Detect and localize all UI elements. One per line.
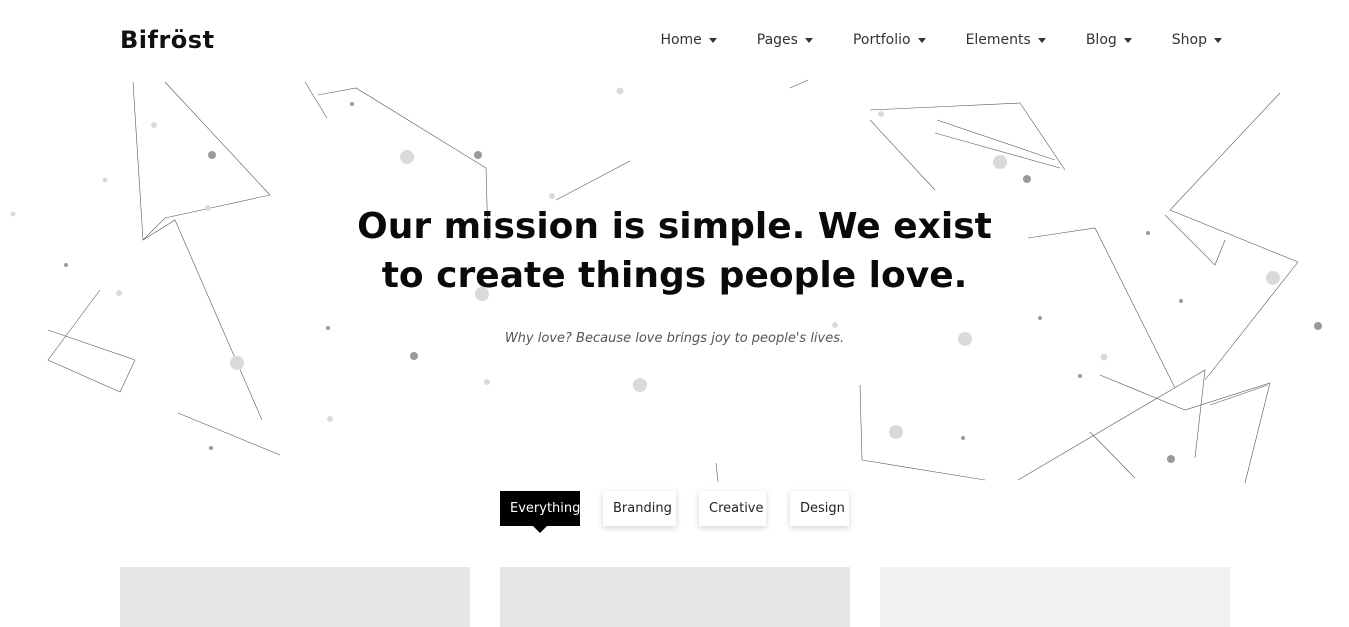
nav-item-label: Home — [660, 32, 702, 48]
filter-everything[interactable]: Everything — [500, 491, 580, 533]
hero-subtitle: Why love? Because love brings joy to peo… — [504, 331, 845, 346]
nav-item-pages[interactable]: Pages — [757, 32, 813, 48]
site-logo[interactable]: Bifröst — [120, 26, 215, 54]
caret-down-icon — [708, 37, 717, 43]
nav-item-elements[interactable]: Elements — [966, 32, 1046, 48]
portfolio-item-2[interactable] — [500, 567, 850, 627]
caret-down-icon — [1037, 37, 1046, 43]
nav-item-shop[interactable]: Shop — [1172, 32, 1222, 48]
filter-branding[interactable]: Branding — [603, 491, 676, 526]
portfolio-filters: Everything Branding Creative Design — [0, 491, 1349, 533]
nav-item-label: Blog — [1085, 32, 1117, 48]
caret-down-icon — [1123, 37, 1132, 43]
portfolio-item-3[interactable] — [880, 567, 1230, 627]
nav-item-portfolio[interactable]: Portfolio — [853, 32, 926, 48]
hero-section: Our mission is simple. We exist to creat… — [0, 202, 1349, 346]
nav-item-label: Pages — [756, 32, 798, 48]
portfolio-item-1[interactable] — [120, 567, 470, 627]
nav-item-blog[interactable]: Blog — [1086, 32, 1132, 48]
caret-down-icon — [917, 37, 926, 43]
nav-item-label: Shop — [1171, 32, 1207, 48]
hero-title-line-1: Our mission is simple. We exist — [357, 206, 992, 247]
filter-design[interactable]: Design — [790, 491, 849, 526]
caret-down-icon — [1214, 37, 1222, 43]
hero-title-line-2: to create things people love. — [381, 255, 968, 296]
nav-item-label: Elements — [965, 32, 1031, 48]
main-nav: Home Pages Portfolio Elements Blog Shop — [660, 32, 1222, 48]
filter-creative[interactable]: Creative — [699, 491, 766, 526]
site-header: Bifröst Home Pages Portfolio Elements Bl… — [0, 0, 1349, 82]
nav-item-label: Portfolio — [852, 32, 911, 48]
hero-title: Our mission is simple. We exist to creat… — [325, 202, 1025, 300]
nav-item-home[interactable]: Home — [660, 32, 717, 48]
caret-down-icon — [804, 37, 813, 43]
